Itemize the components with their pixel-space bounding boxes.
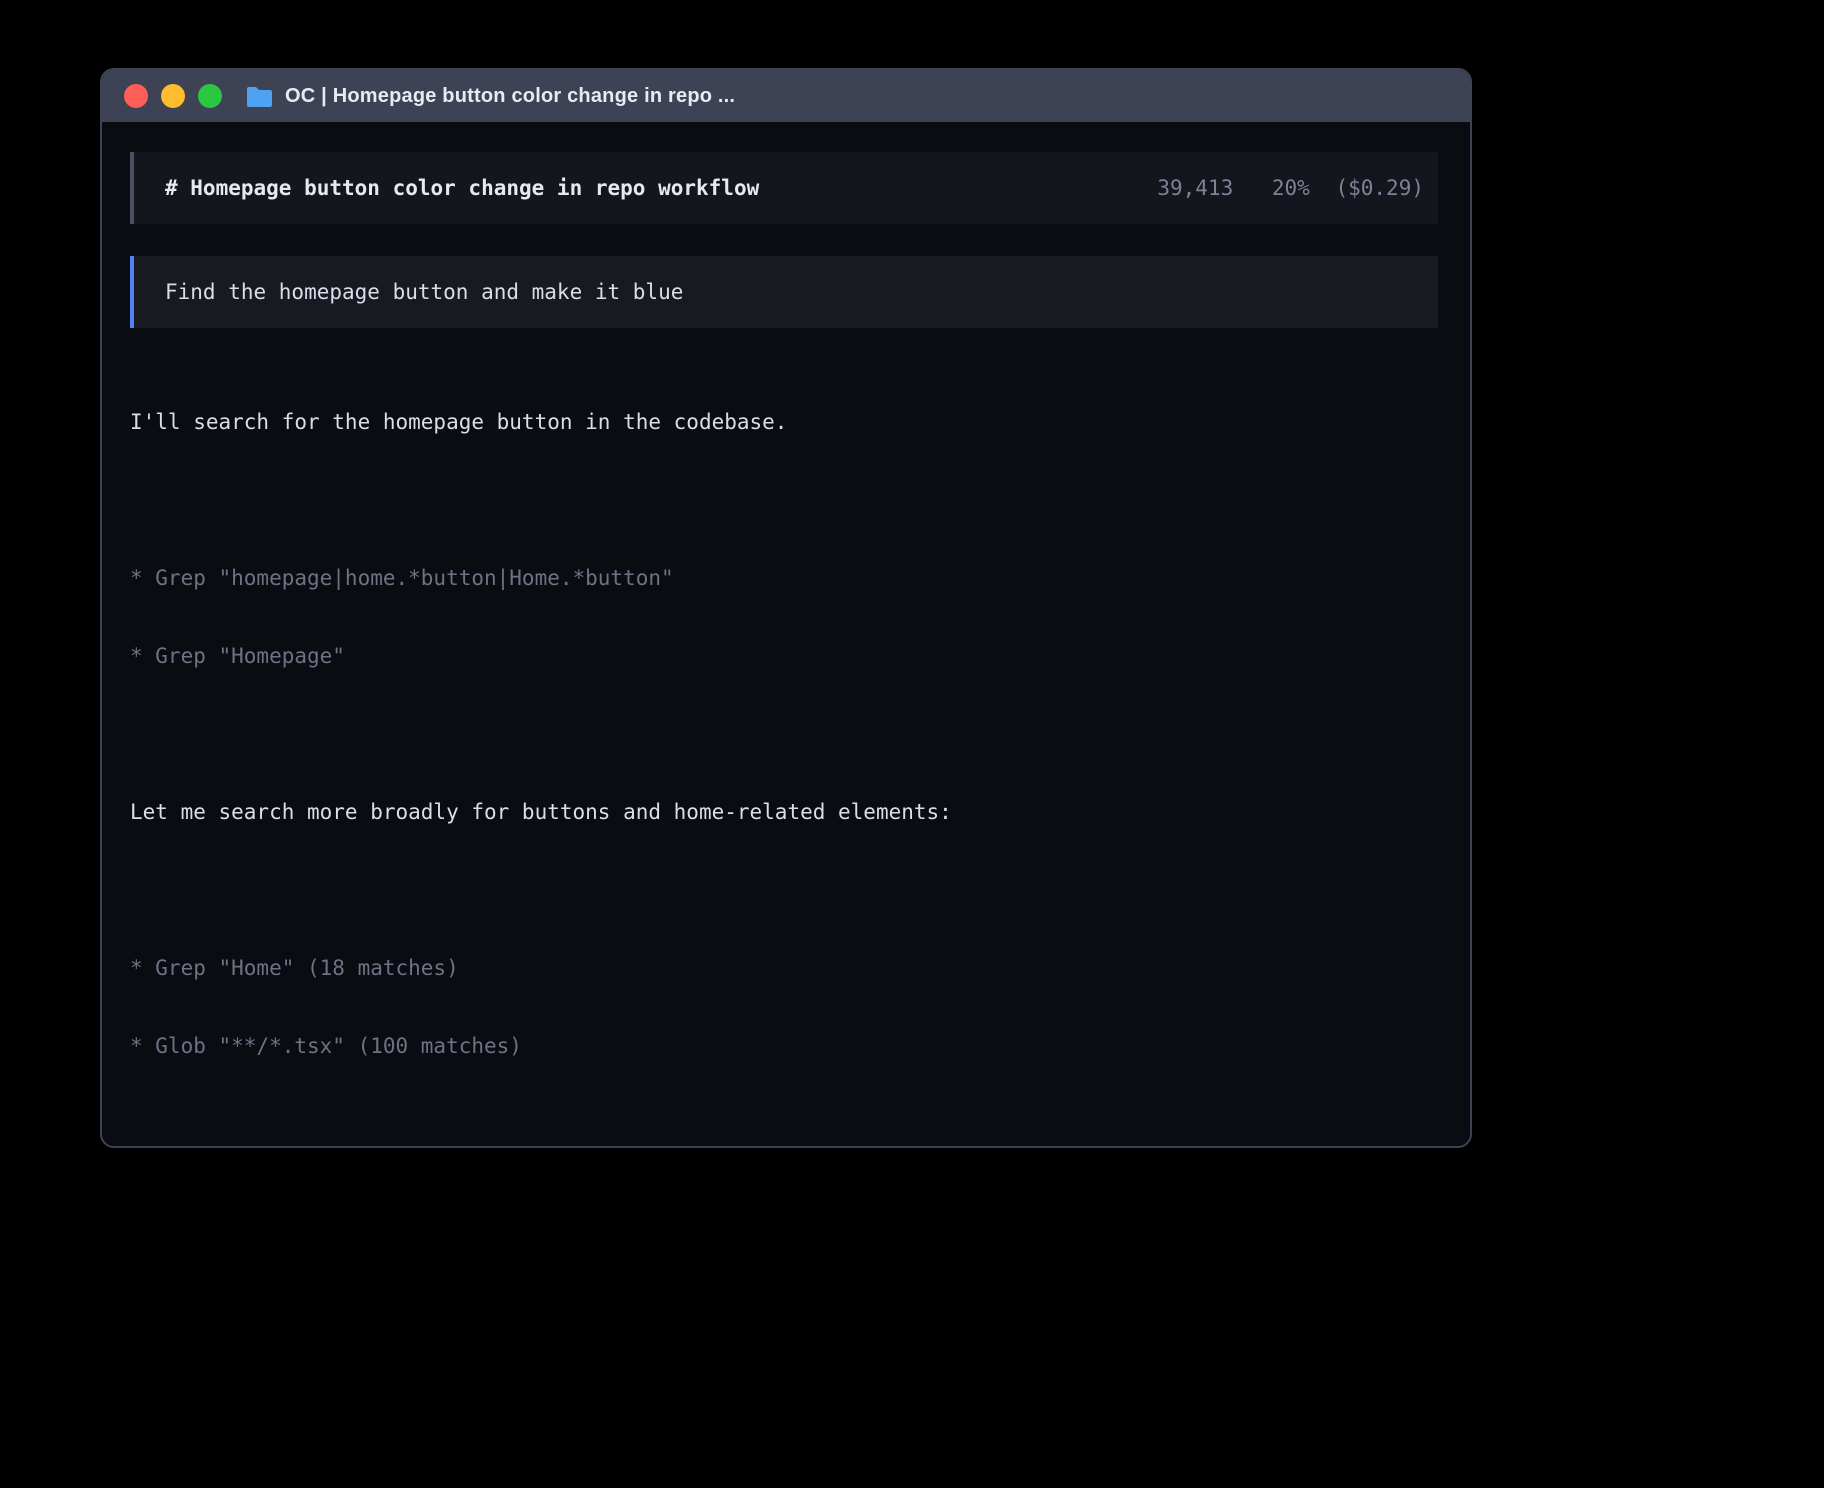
assistant-line: Let me search more broadly for buttons a… — [130, 799, 1438, 825]
tool-call-line: * Grep "Homepage" — [130, 643, 1438, 669]
assistant-text: I found several "Home" links. Let me loo… — [130, 1137, 1438, 1148]
window-title: OC | Homepage button color change in rep… — [285, 85, 735, 108]
tool-call-group: * Grep "homepage|home.*button|Home.*butt… — [130, 513, 1438, 721]
minimize-button[interactable] — [161, 84, 185, 108]
tool-call-line: * Grep "Home" (18 matches) — [130, 955, 1438, 981]
session-title: # Homepage button color change in repo w… — [165, 175, 759, 201]
close-button[interactable] — [124, 84, 148, 108]
session-header: # Homepage button color change in repo w… — [130, 152, 1438, 224]
terminal-content: # Homepage button color change in repo w… — [102, 122, 1470, 1148]
context-percent: 20% — [1272, 176, 1310, 200]
token-count: 39,413 — [1157, 176, 1233, 200]
assistant-line: I'll search for the homepage button in t… — [130, 409, 1438, 435]
user-message-text: Find the homepage button and make it blu… — [165, 279, 683, 305]
session-stats: 39,413 20% ($0.29) — [1157, 175, 1424, 201]
window-titlebar[interactable]: OC | Homepage button color change in rep… — [102, 70, 1470, 122]
assistant-text: I'll search for the homepage button in t… — [130, 357, 1438, 487]
traffic-lights — [124, 84, 222, 108]
user-message: Find the homepage button and make it blu… — [130, 256, 1438, 328]
tool-call-line: * Glob "**/*.tsx" (100 matches) — [130, 1033, 1438, 1059]
transcript: I'll search for the homepage button in t… — [130, 357, 1438, 1148]
tool-call-line: * Grep "homepage|home.*button|Home.*butt… — [130, 565, 1438, 591]
session-cost: ($0.29) — [1335, 176, 1424, 200]
folder-icon — [246, 86, 273, 107]
terminal-window: OC | Homepage button color change in rep… — [100, 68, 1472, 1148]
assistant-text: Let me search more broadly for buttons a… — [130, 747, 1438, 877]
tool-call-group: * Grep "Home" (18 matches) * Glob "**/*.… — [130, 903, 1438, 1111]
title-group: OC | Homepage button color change in rep… — [246, 85, 735, 108]
zoom-button[interactable] — [198, 84, 222, 108]
